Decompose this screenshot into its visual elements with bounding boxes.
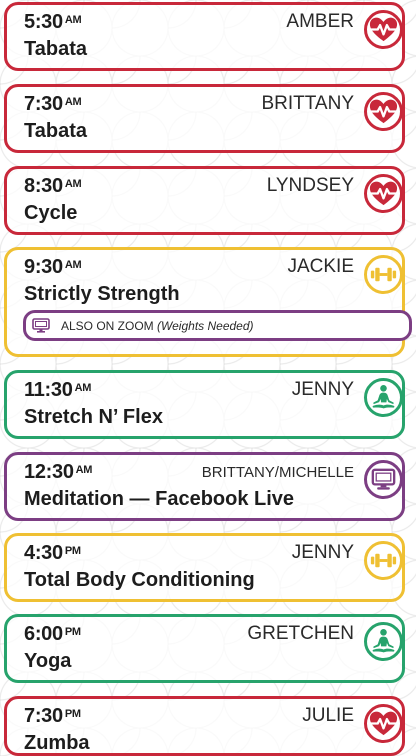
instructor-name: JACKIE <box>287 256 354 277</box>
instructor-name: JENNY <box>291 542 354 563</box>
instructor-name: BRITTANY <box>261 93 354 114</box>
class-time: 12:30 AM <box>24 461 93 483</box>
schedule-card-9[interactable]: 7:30 PM JULIE Zumba <box>4 696 405 756</box>
heart-rate-icon <box>364 10 403 49</box>
class-time: 11:30 AM <box>24 379 92 401</box>
monitor-icon <box>364 460 403 499</box>
instructor-name: JENNY <box>291 379 354 400</box>
schedule-card-1[interactable]: 5:30 AM AMBER Tabata <box>4 2 405 71</box>
class-time: 8:30 AM <box>24 175 82 197</box>
zoom-note-detail: (Weights Needed) <box>157 319 254 333</box>
dumbbell-icon <box>364 541 403 580</box>
class-time: 4:30 PM <box>24 542 81 564</box>
instructor-name: JULIE <box>302 705 354 726</box>
instructor-name: LYNDSEY <box>266 175 354 196</box>
heart-rate-icon <box>364 704 403 743</box>
meditation-icon <box>364 378 403 417</box>
class-name: Strictly Strength <box>24 283 180 305</box>
class-name: Zumba <box>24 732 90 754</box>
class-name: Meditation — Facebook Live <box>24 488 295 510</box>
class-time: 6:00 PM <box>24 623 81 645</box>
schedule-card-6[interactable]: 12:30 AM BRITTANY/MICHELLE Meditation — F… <box>4 452 405 521</box>
class-name: Total Body Conditioning <box>24 569 255 591</box>
instructor-name: BRITTANY/MICHELLE <box>201 464 354 481</box>
heart-rate-icon <box>364 92 403 131</box>
class-time: 7:30 PM <box>24 705 81 727</box>
class-name: Tabata <box>24 120 87 142</box>
schedule-card-5[interactable]: 11:30 AM JENNY Stretch N’ Flex <box>4 370 405 439</box>
class-time: 9:30 AM <box>24 256 82 278</box>
class-time: 5:30 AM <box>24 11 82 33</box>
schedule-card-2[interactable]: 7:30 AM BRITTANY Tabata <box>4 84 405 153</box>
zoom-availability-note[interactable]: ALSO ON ZOOM (Weights Needed) <box>23 310 412 341</box>
dumbbell-icon <box>364 255 403 294</box>
schedule-card-3[interactable]: 8:30 AM LYNDSEY Cycle <box>4 166 405 235</box>
instructor-name: GRETCHEN <box>247 623 354 644</box>
class-name: Tabata <box>24 38 87 60</box>
monitor-icon <box>32 318 50 333</box>
schedule-card-8[interactable]: 6:00 PM GRETCHEN Yoga <box>4 614 405 683</box>
class-name: Cycle <box>24 202 78 224</box>
instructor-name: AMBER <box>286 11 354 32</box>
zoom-note-text: ALSO ON ZOOM (Weights Needed) <box>61 319 254 333</box>
meditation-icon <box>364 622 403 661</box>
class-name: Stretch N’ Flex <box>24 406 163 428</box>
class-name: Yoga <box>24 650 72 672</box>
schedule-card-7[interactable]: 4:30 PM JENNY Total Body Conditioning <box>4 533 405 602</box>
class-time: 7:30 AM <box>24 93 82 115</box>
heart-rate-icon <box>364 174 403 213</box>
